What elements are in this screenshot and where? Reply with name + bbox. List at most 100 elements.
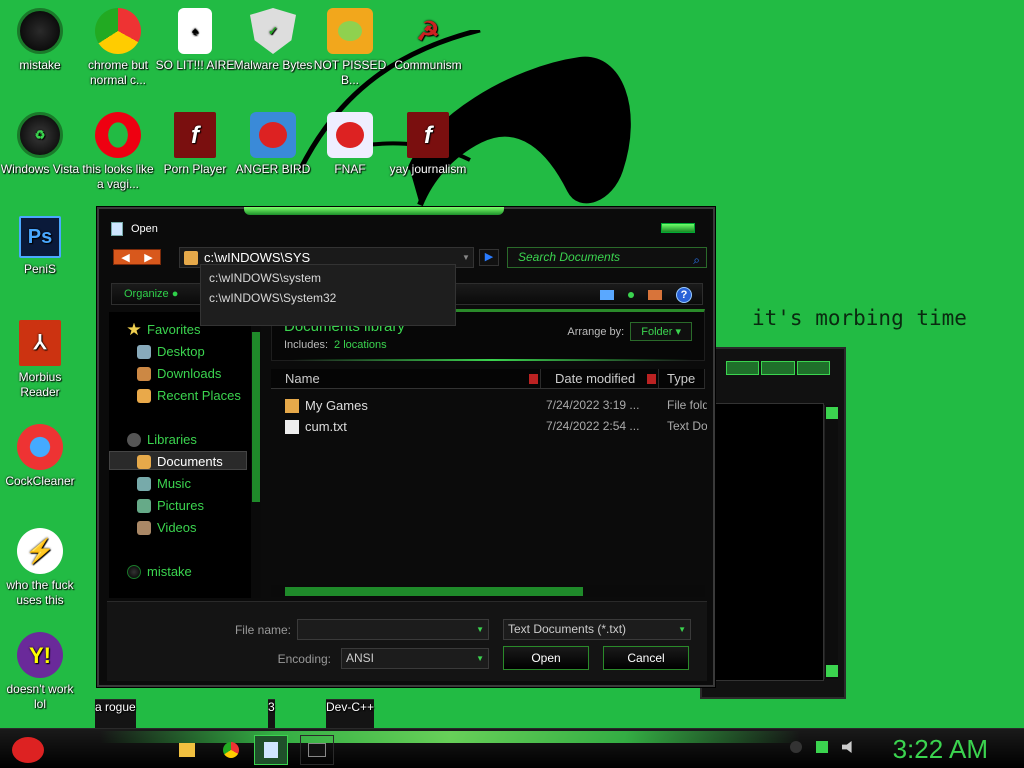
folder-icon — [179, 743, 195, 757]
recycle-bin-icon: ♻ — [17, 112, 63, 158]
column-header-name[interactable]: Name — [271, 369, 541, 388]
background-window[interactable] — [700, 347, 846, 699]
taskbar-notepad[interactable] — [254, 735, 288, 765]
go-button[interactable]: ▶ — [479, 249, 499, 266]
solitaire-icon: ♠ — [178, 8, 212, 54]
system-tray — [790, 741, 854, 753]
text-file-icon — [285, 419, 299, 434]
nav-favorites[interactable]: Favorites — [127, 322, 200, 337]
desktop-icon-photoshop[interactable]: Ps PeniS — [0, 216, 80, 277]
taskbar-chrome[interactable] — [214, 735, 248, 765]
nav-homegroup[interactable]: mistake — [127, 564, 192, 579]
nav-recent-places[interactable]: Recent Places — [137, 388, 241, 403]
desktop-icon-yay-journalism[interactable]: f yay journalism — [388, 112, 468, 177]
file-row[interactable]: cum.txt 7/24/2022 2:54 ... Text Document — [271, 419, 707, 439]
open-button[interactable]: Open — [503, 646, 589, 670]
search-icon[interactable]: ⌕ — [693, 251, 700, 270]
close-button[interactable] — [661, 223, 695, 233]
file-type-dropdown[interactable]: Text Documents (*.txt) ▼ — [503, 619, 691, 640]
tray-expand-icon[interactable] — [790, 741, 802, 753]
column-filter-icon[interactable] — [529, 374, 538, 384]
desktop-icon-opera[interactable]: this looks like a vagi... — [78, 112, 158, 192]
autocomplete-item[interactable]: c:\wINDOWS\system — [209, 268, 447, 288]
volume-icon[interactable] — [842, 741, 852, 753]
nav-downloads[interactable]: Downloads — [137, 366, 221, 381]
opera-icon — [95, 112, 141, 158]
desktop-icon-bad-piggies[interactable]: NOT PISSED B... — [310, 8, 390, 88]
desktop-icon-morbius-reader[interactable]: ⅄ Morbius Reader — [0, 320, 80, 400]
locations-link[interactable]: 2 locations — [334, 339, 387, 351]
file-name-label: File name: — [234, 623, 291, 637]
window-content — [714, 403, 824, 681]
dialog-footer: File name: ▼ Text Documents (*.txt) ▼ Enc… — [107, 601, 707, 681]
folder-icon — [184, 250, 198, 265]
autocomplete-item[interactable]: c:\wINDOWS\System32 — [209, 288, 447, 308]
window-controls[interactable] — [726, 361, 830, 375]
address-autocomplete: c:\wINDOWS\system c:\wINDOWS\System32 — [200, 264, 456, 326]
desktop-icon-anger-bird[interactable]: ANGER BIRD — [233, 112, 313, 177]
back-forward-buttons[interactable]: ◀ ▶ — [113, 249, 161, 265]
wallpaper-caption: it's morbing time — [752, 306, 967, 330]
notepad-icon — [111, 222, 123, 236]
nav-scrollbar[interactable] — [251, 312, 261, 598]
lightning-icon: ⚡ — [17, 528, 63, 574]
library-includes: Includes: 2 locations — [284, 339, 387, 351]
angry-bird-icon — [327, 112, 373, 158]
flash-icon: f — [174, 112, 216, 158]
desktop-icon-porn-player[interactable]: f Porn Player — [155, 112, 235, 177]
column-header-type[interactable]: Type — [659, 369, 705, 388]
nav-videos[interactable]: Videos — [137, 520, 197, 535]
address-input[interactable]: c:\wINDOWS\SYS — [204, 250, 459, 265]
network-icon[interactable] — [816, 741, 828, 753]
help-icon[interactable]: ? — [676, 287, 692, 303]
desktop-icon-yahoo[interactable]: Y! doesn't work lol — [0, 632, 80, 712]
nav-documents[interactable]: Documents — [137, 454, 223, 469]
preview-pane-icon[interactable] — [648, 290, 662, 300]
desktop-icon-lightning[interactable]: ⚡ who the fuck uses this — [0, 528, 80, 608]
taskbar-cmd[interactable] — [300, 735, 334, 765]
nav-desktop[interactable]: Desktop — [137, 344, 205, 359]
folder-icon — [285, 398, 299, 413]
search-input[interactable]: Search Documents ⌕ — [507, 247, 707, 268]
taskbar-explorer[interactable] — [170, 735, 204, 765]
desktop-icon-mistake[interactable]: mistake — [0, 8, 80, 73]
desktop-icon-chrome[interactable]: chrome but normal c... — [78, 8, 158, 88]
angry-bird-icon — [250, 112, 296, 158]
arrange-by-dropdown[interactable]: Folder ▾ — [630, 322, 692, 341]
desktop-icon-windows-vista[interactable]: ♻ Windows Vista — [0, 112, 80, 177]
column-header-date[interactable]: Date modified — [541, 369, 659, 388]
chrome-icon — [95, 8, 141, 54]
file-name-field[interactable]: ▼ — [297, 619, 489, 640]
column-headers: Name Date modified Type — [271, 369, 705, 389]
desktop-icon-fnaf[interactable]: FNAF — [310, 112, 390, 177]
encoding-dropdown[interactable]: ANSI ▼ — [341, 648, 489, 669]
desktop-icon-ccleaner[interactable]: CockCleaner — [0, 424, 80, 489]
nav-music[interactable]: Music — [137, 476, 191, 491]
green-orb-icon — [17, 8, 63, 54]
star-icon — [127, 322, 141, 336]
view-options-icon[interactable] — [628, 292, 634, 298]
vertical-scrollbar[interactable] — [824, 405, 838, 679]
desktop-icon — [137, 344, 151, 359]
cancel-button[interactable]: Cancel — [603, 646, 689, 670]
clock[interactable]: 3:22 AM — [893, 734, 988, 765]
green-orb-icon — [127, 564, 141, 579]
forward-arrow-icon[interactable]: ▶ — [144, 251, 152, 264]
taskbar: 3:22 AM — [0, 728, 1024, 768]
column-filter-icon[interactable] — [647, 374, 656, 384]
address-dropdown-icon[interactable]: ▼ — [459, 253, 473, 262]
nav-libraries[interactable]: Libraries — [127, 432, 197, 447]
horizontal-scrollbar[interactable] — [271, 585, 705, 597]
pictures-icon — [137, 498, 151, 513]
organize-button[interactable]: Organize ● — [124, 288, 178, 300]
desktop-icon-solitaire[interactable]: ♠ SO LIT!!! AIRE — [155, 8, 235, 73]
back-arrow-icon[interactable]: ◀ — [121, 251, 129, 264]
change-view-icon[interactable] — [600, 290, 614, 300]
notepad-icon — [264, 742, 278, 758]
downloads-icon — [137, 366, 151, 381]
start-button[interactable] — [6, 735, 50, 765]
desktop-icon-malwarebytes[interactable]: ✓ Malware Bytes — [233, 8, 313, 73]
nav-pictures[interactable]: Pictures — [137, 498, 204, 513]
desktop-icon-communism[interactable]: ☭ Communism — [388, 8, 468, 73]
file-row[interactable]: My Games 7/24/2022 3:19 ... File folder — [271, 398, 707, 418]
